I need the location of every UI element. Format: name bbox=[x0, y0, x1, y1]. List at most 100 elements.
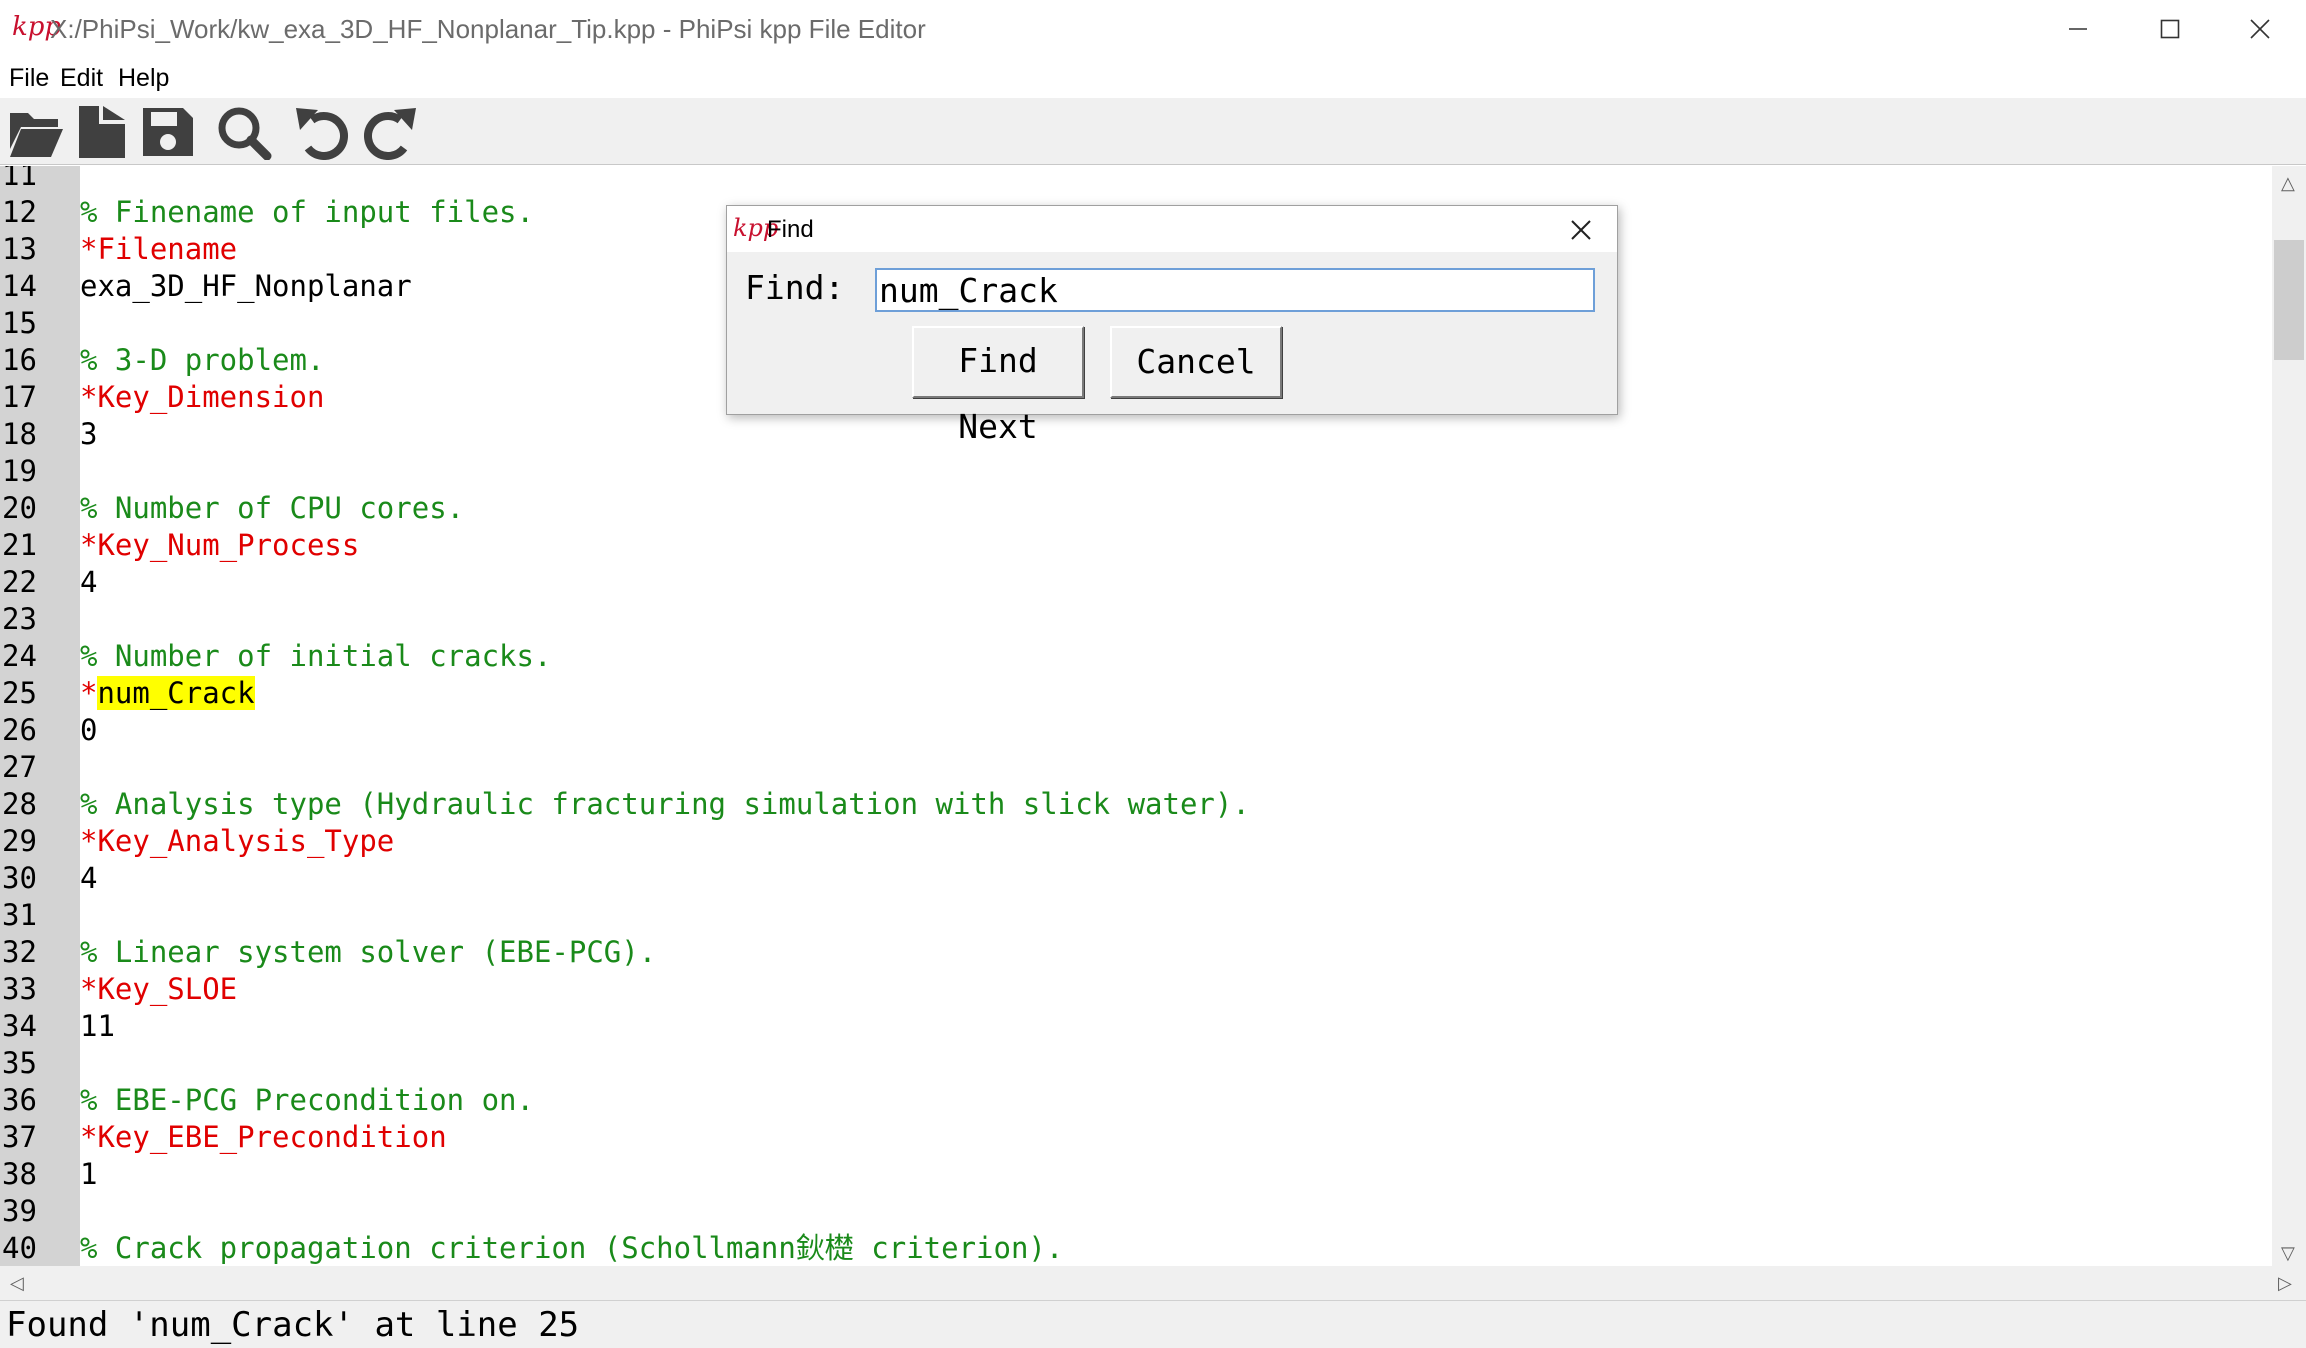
close-icon bbox=[1571, 220, 1591, 240]
find-dialog-title: Find bbox=[767, 216, 814, 243]
code-line[interactable]: % Number of CPU cores. bbox=[80, 490, 464, 527]
code-line[interactable]: % Analysis type (Hydraulic fracturing si… bbox=[80, 786, 1250, 823]
horizontal-scrollbar[interactable]: ◁ ▷ bbox=[0, 1266, 2306, 1300]
code-line[interactable]: *Key_Dimension bbox=[80, 379, 324, 416]
code-line[interactable]: *Key_Analysis_Type bbox=[80, 823, 394, 860]
toolbar bbox=[0, 98, 2306, 165]
value-text: 0 bbox=[80, 713, 98, 747]
code-line[interactable]: *Key_Num_Process bbox=[80, 527, 359, 564]
scroll-down-icon[interactable]: ▽ bbox=[2281, 1244, 2295, 1262]
line-number: 36 bbox=[2, 1083, 37, 1117]
search-match-highlight: num_Crack bbox=[97, 676, 255, 710]
scroll-left-icon[interactable]: ◁ bbox=[10, 1274, 24, 1292]
code-line[interactable]: % Crack propagation criterion (Schollman… bbox=[80, 1230, 1063, 1266]
line-number-gutter: 11 12 13 14 15 16 17 18 19 20 21 22 23 24 25 26 27 28 29 30… bbox=[0, 166, 80, 1266]
cancel-button[interactable]: Cancel bbox=[1110, 326, 1282, 398]
line-number: 38 bbox=[2, 1157, 37, 1191]
keyword-text: *Key_Dimension bbox=[80, 380, 325, 414]
value-text: 4 bbox=[80, 861, 98, 895]
menu-help[interactable]: Help bbox=[118, 62, 169, 94]
find-button[interactable] bbox=[212, 102, 276, 162]
keyword-text: *Filename bbox=[80, 232, 238, 266]
code-line[interactable]: % EBE-PCG Precondition on. bbox=[80, 1082, 534, 1119]
line-number: 18 bbox=[2, 417, 37, 451]
code-line[interactable]: 4 bbox=[80, 860, 97, 897]
redo-button[interactable] bbox=[358, 102, 422, 162]
vertical-scroll-thumb[interactable] bbox=[2274, 240, 2304, 360]
comment-text: % Number of initial cracks. bbox=[80, 639, 552, 673]
search-icon bbox=[218, 107, 272, 160]
line-number: 30 bbox=[2, 861, 37, 895]
code-line[interactable]: *num_Crack bbox=[80, 675, 255, 712]
menu-file[interactable]: File bbox=[9, 62, 49, 94]
line-number: 15 bbox=[2, 306, 37, 340]
undo-button[interactable] bbox=[290, 102, 354, 162]
title-bar: kpp X:/PhiPsi_Work/kw_exa_3D_HF_Nonplana… bbox=[0, 0, 2306, 58]
line-number: 17 bbox=[2, 380, 37, 414]
code-line[interactable]: *Filename bbox=[80, 231, 237, 268]
keyword-text: *Key_SLOE bbox=[80, 972, 238, 1006]
code-line[interactable]: % Finename of input files. bbox=[80, 194, 534, 231]
code-line[interactable]: *Key_EBE_Precondition bbox=[80, 1119, 447, 1156]
minimize-button[interactable] bbox=[2032, 0, 2124, 58]
value-text: 11 bbox=[80, 1009, 115, 1043]
close-icon bbox=[2250, 19, 2270, 39]
line-number: 11 bbox=[2, 166, 37, 192]
find-label: Find: bbox=[745, 268, 845, 307]
line-number: 12 bbox=[2, 195, 37, 229]
line-number: 25 bbox=[2, 676, 37, 710]
code-line[interactable]: 4 bbox=[80, 564, 97, 601]
find-next-button[interactable]: Find Next bbox=[912, 326, 1084, 446]
scroll-up-icon[interactable]: △ bbox=[2281, 174, 2295, 192]
code-line[interactable]: exa_3D_HF_Nonplanar bbox=[80, 268, 412, 305]
code-line[interactable]: 3 bbox=[80, 416, 97, 453]
code-line[interactable]: 0 bbox=[80, 712, 97, 749]
save-icon bbox=[143, 108, 193, 156]
status-message: Found 'num_Crack' at line 25 bbox=[6, 1305, 580, 1345]
line-number: 23 bbox=[2, 602, 37, 636]
code-line[interactable]: % Number of initial cracks. bbox=[80, 638, 551, 675]
value-text: 4 bbox=[80, 565, 98, 599]
open-file-button[interactable] bbox=[4, 102, 68, 162]
scroll-right-icon[interactable]: ▷ bbox=[2278, 1274, 2292, 1292]
line-number: 20 bbox=[2, 491, 37, 525]
save-button[interactable] bbox=[136, 102, 200, 162]
line-number: 37 bbox=[2, 1120, 37, 1154]
line-number: 40 bbox=[2, 1231, 37, 1265]
line-number: 35 bbox=[2, 1046, 37, 1080]
line-number: 19 bbox=[2, 454, 37, 488]
line-number: 21 bbox=[2, 528, 37, 562]
line-number: 27 bbox=[2, 750, 37, 784]
comment-text: % EBE-PCG Precondition on. bbox=[80, 1083, 534, 1117]
comment-text: % Finename of input files. bbox=[80, 195, 534, 229]
new-file-icon bbox=[79, 106, 125, 158]
maximize-button[interactable] bbox=[2124, 0, 2216, 58]
window-title: X:/PhiPsi_Work/kw_exa_3D_HF_Nonplanar_Ti… bbox=[50, 14, 926, 44]
comment-text: % Crack propagation criterion (Schollman… bbox=[80, 1231, 1064, 1265]
code-line[interactable]: % Linear system solver (EBE-PCG). bbox=[80, 934, 656, 971]
find-input[interactable] bbox=[875, 268, 1595, 312]
comment-text: % 3-D problem. bbox=[80, 343, 325, 377]
keyword-text: *Key_Analysis_Type bbox=[80, 824, 395, 858]
comment-text: % Linear system solver (EBE-PCG). bbox=[80, 935, 657, 969]
menu-bar: File Edit Help bbox=[0, 58, 2306, 98]
find-dialog-title-bar: kpp Find bbox=[727, 206, 1617, 252]
close-window-button[interactable] bbox=[2214, 0, 2306, 58]
line-number: 26 bbox=[2, 713, 37, 747]
line-number: 31 bbox=[2, 898, 37, 932]
code-line[interactable]: % 3-D problem. bbox=[80, 342, 324, 379]
comment-text: % Number of CPU cores. bbox=[80, 491, 465, 525]
code-line[interactable]: *Key_SLOE bbox=[80, 971, 237, 1008]
code-line[interactable]: 1 bbox=[80, 1156, 97, 1193]
line-number: 33 bbox=[2, 972, 37, 1006]
find-dialog-close-button[interactable] bbox=[1563, 214, 1599, 246]
line-number: 39 bbox=[2, 1194, 37, 1228]
new-file-button[interactable] bbox=[70, 102, 134, 162]
menu-edit[interactable]: Edit bbox=[60, 62, 103, 94]
line-number: 28 bbox=[2, 787, 37, 821]
code-line[interactable]: 11 bbox=[80, 1008, 115, 1045]
keyword-text: *Key_Num_Process bbox=[80, 528, 360, 562]
line-number: 14 bbox=[2, 269, 37, 303]
folder-open-icon bbox=[10, 113, 63, 157]
line-number: 32 bbox=[2, 935, 37, 969]
